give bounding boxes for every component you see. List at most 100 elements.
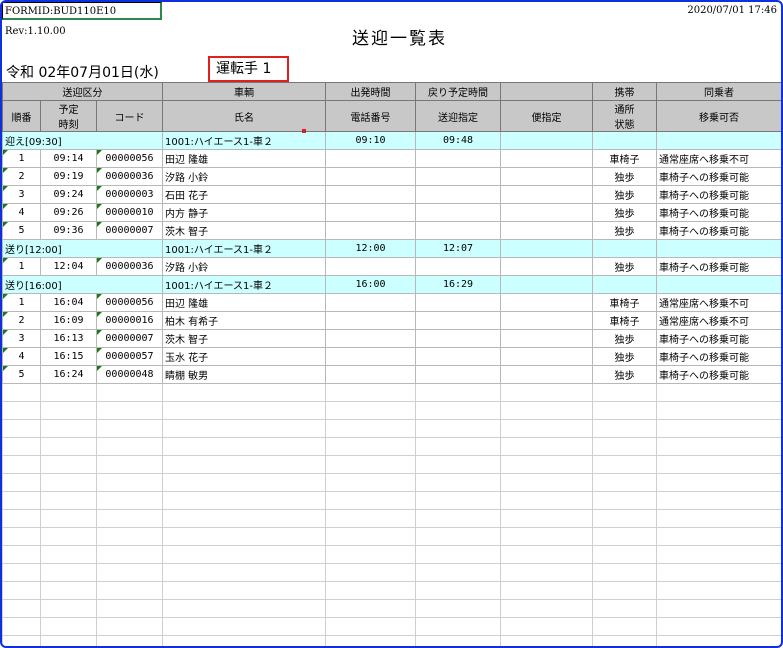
header-phone[interactable]: 電話番号 <box>325 100 416 132</box>
empty-cell[interactable] <box>162 401 326 420</box>
driver-label[interactable]: 運転手 1 <box>208 56 289 82</box>
phone-cell[interactable] <box>325 149 416 168</box>
header-depart-time[interactable]: 出発時間 <box>325 82 416 101</box>
empty-cell[interactable] <box>592 509 657 528</box>
empty-cell[interactable] <box>40 437 97 456</box>
empty-cell[interactable] <box>500 437 593 456</box>
empty-cell[interactable] <box>656 527 781 546</box>
empty-cell[interactable] <box>40 635 97 646</box>
empty-cell[interactable] <box>40 581 97 600</box>
empty-cell[interactable] <box>325 491 416 510</box>
empty-cell[interactable] <box>592 437 657 456</box>
empty-cell[interactable] <box>500 617 593 636</box>
empty-cell[interactable] <box>500 509 593 528</box>
empty-cell[interactable] <box>500 527 593 546</box>
empty-cell[interactable] <box>2 527 41 546</box>
phone-cell[interactable] <box>325 293 416 312</box>
empty-cell[interactable] <box>325 473 416 492</box>
empty-cell[interactable] <box>500 599 593 618</box>
empty-cell[interactable] <box>656 491 781 510</box>
phone-cell[interactable] <box>325 311 416 330</box>
empty-cell[interactable] <box>2 581 41 600</box>
empty-cell[interactable] <box>592 491 657 510</box>
table-row[interactable]: 3 09:24 00000003 石田 花子 独歩 車椅子への移乗可能 <box>2 185 781 204</box>
empty-cell[interactable] <box>656 473 781 492</box>
empty-cell[interactable] <box>2 419 41 438</box>
order-cell[interactable]: 2 <box>2 167 41 186</box>
empty-cell[interactable] <box>325 509 416 528</box>
empty-cell[interactable] <box>162 617 326 636</box>
order-cell[interactable]: 3 <box>2 185 41 204</box>
table-row[interactable]: 2 16:09 00000016 柏木 有希子 車椅子 通常座席へ移乗不可 <box>2 311 781 330</box>
phone-cell[interactable] <box>325 221 416 240</box>
transfer-cell[interactable]: 通常座席へ移乗不可 <box>656 149 781 168</box>
empty-cell[interactable] <box>325 581 416 600</box>
group-depart[interactable]: 12:00 <box>325 239 416 258</box>
empty-row[interactable] <box>2 401 781 420</box>
header-transport-type[interactable]: 送迎区分 <box>2 82 163 101</box>
time-cell[interactable]: 12:04 <box>40 257 97 276</box>
empty-cell[interactable] <box>96 437 163 456</box>
code-cell[interactable]: 00000010 <box>96 203 163 222</box>
phone-cell[interactable] <box>325 185 416 204</box>
empty-cell[interactable] <box>96 635 163 646</box>
empty-cell[interactable] <box>415 437 501 456</box>
header-vehicle[interactable]: 車輌 <box>162 82 326 101</box>
empty-cell[interactable] <box>656 563 781 582</box>
time-cell[interactable]: 09:24 <box>40 185 97 204</box>
empty-row[interactable] <box>2 599 781 618</box>
empty-cell[interactable] <box>2 635 41 646</box>
table-row[interactable]: 1 12:04 00000036 汐路 小鈴 独歩 車椅子への移乗可能 <box>2 257 781 276</box>
empty-cell[interactable] <box>2 383 41 402</box>
empty-row[interactable] <box>2 527 781 546</box>
group-row[interactable]: 送り[12:00] 1001:ハイエース1-車２ 12:00 12:07 <box>2 239 781 258</box>
time-cell[interactable]: 16:24 <box>40 365 97 384</box>
group-return[interactable]: 09:48 <box>415 131 501 150</box>
empty-cell[interactable] <box>592 455 657 474</box>
trip-spec-cell[interactable] <box>500 167 593 186</box>
trip-spec-cell[interactable] <box>500 203 593 222</box>
empty-cell[interactable] <box>500 419 593 438</box>
transfer-cell[interactable]: 車椅子への移乗可能 <box>656 167 781 186</box>
empty-cell[interactable] <box>162 563 326 582</box>
pickup-spec-cell[interactable] <box>415 293 501 312</box>
name-cell[interactable]: 田辺 隆雄 <box>162 149 326 168</box>
status-cell[interactable]: 独歩 <box>592 257 657 276</box>
empty-cell[interactable] <box>415 473 501 492</box>
empty-cell[interactable] <box>415 401 501 420</box>
pickup-spec-cell[interactable] <box>415 257 501 276</box>
trip-spec-cell[interactable] <box>500 311 593 330</box>
phone-cell[interactable] <box>325 347 416 366</box>
empty-cell[interactable] <box>2 563 41 582</box>
status-cell[interactable]: 独歩 <box>592 221 657 240</box>
empty-cell[interactable] <box>40 419 97 438</box>
transfer-cell[interactable]: 通常座席へ移乗不可 <box>656 293 781 312</box>
empty-cell[interactable] <box>162 437 326 456</box>
empty-row[interactable] <box>2 617 781 636</box>
empty-cell[interactable] <box>415 509 501 528</box>
table-cell[interactable] <box>592 275 657 294</box>
empty-row[interactable] <box>2 473 781 492</box>
header-code[interactable]: コード <box>96 100 163 132</box>
header-mobile[interactable]: 携帯 <box>592 82 657 101</box>
empty-cell[interactable] <box>96 401 163 420</box>
empty-cell[interactable] <box>415 527 501 546</box>
header-return-time[interactable]: 戻り予定時間 <box>415 82 501 101</box>
code-cell[interactable]: 00000056 <box>96 293 163 312</box>
empty-cell[interactable] <box>2 437 41 456</box>
code-cell[interactable]: 00000007 <box>96 221 163 240</box>
name-cell[interactable]: 汐路 小鈴 <box>162 167 326 186</box>
table-cell[interactable] <box>500 239 593 258</box>
table-cell[interactable] <box>500 131 593 150</box>
empty-cell[interactable] <box>656 419 781 438</box>
trip-spec-cell[interactable] <box>500 293 593 312</box>
empty-cell[interactable] <box>592 401 657 420</box>
empty-cell[interactable] <box>162 635 326 646</box>
empty-cell[interactable] <box>162 581 326 600</box>
empty-cell[interactable] <box>40 401 97 420</box>
time-cell[interactable]: 16:13 <box>40 329 97 348</box>
order-cell[interactable]: 1 <box>2 293 41 312</box>
code-cell[interactable]: 00000048 <box>96 365 163 384</box>
empty-cell[interactable] <box>2 455 41 474</box>
group-return[interactable]: 12:07 <box>415 239 501 258</box>
